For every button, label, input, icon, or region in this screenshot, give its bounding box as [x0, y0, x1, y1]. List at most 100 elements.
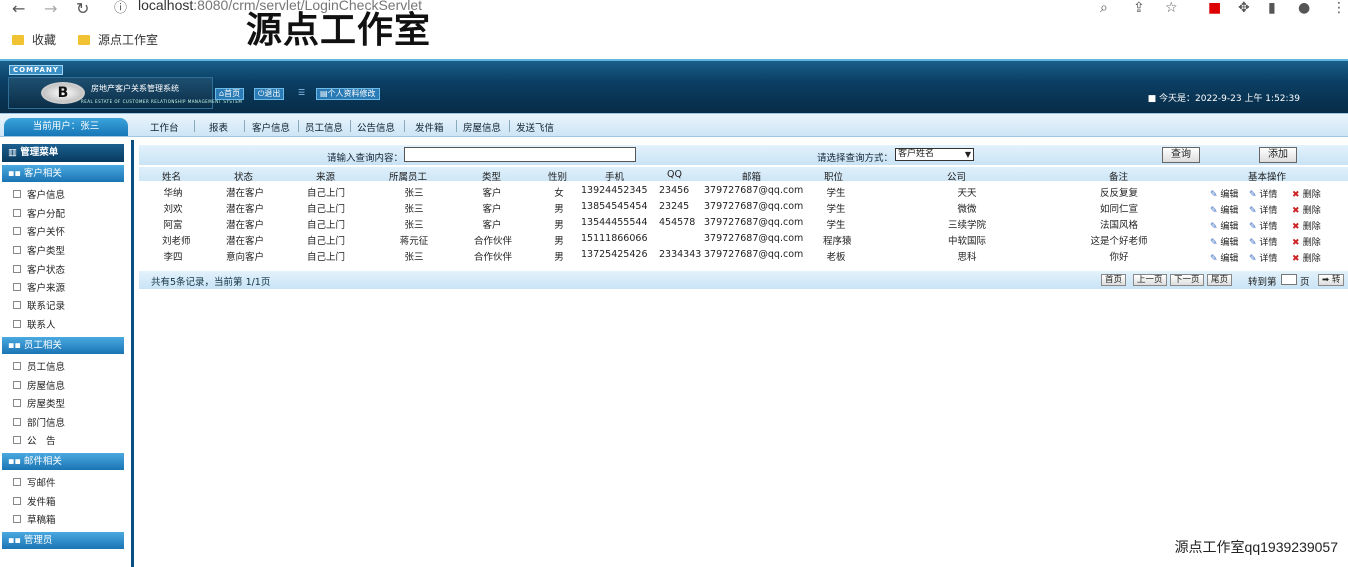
sidebar-item-employee-info[interactable]: 员工信息 [13, 359, 65, 373]
menu-send-fetion[interactable]: 发送飞信 [516, 120, 554, 134]
sidepanel-icon[interactable]: ▮ [1268, 0, 1276, 16]
edit-link[interactable]: ✎ 编辑 [1210, 219, 1238, 232]
cell-gender: 男 [554, 204, 564, 215]
detail-link[interactable]: ✎ 详情 [1249, 219, 1277, 232]
home-button[interactable]: ⌂首页 [215, 88, 245, 100]
edit-link[interactable]: ✎ 编辑 [1210, 235, 1238, 248]
delete-link[interactable]: ✖ 删除 [1292, 203, 1321, 216]
star-icon[interactable]: ☆ [1165, 0, 1178, 16]
edit-link[interactable]: ✎ 编辑 [1210, 187, 1238, 200]
cell-company: 天天 [957, 188, 977, 199]
goto-unit: 页 [1300, 277, 1310, 288]
puzzle-icon[interactable]: ✥ [1238, 0, 1250, 16]
cell-company: 三续学院 [947, 220, 986, 231]
detail-link[interactable]: ✎ 详情 [1249, 203, 1277, 216]
back-icon[interactable]: ← [12, 0, 25, 18]
menu-employee-info[interactable]: 员工信息 [305, 120, 343, 134]
sidebar-item-contact-records[interactable]: 联系记录 [13, 298, 65, 312]
sidebar-item-write-mail[interactable]: 写邮件 [13, 475, 56, 489]
sidebar-group-admin[interactable]: ▪▪ 管理员 [2, 532, 124, 549]
goto-page-input[interactable] [1281, 274, 1297, 285]
last-page-button[interactable]: 尾页 [1207, 274, 1233, 286]
sidebar-item-customer-source[interactable]: 客户来源 [13, 280, 65, 294]
sidebar-item-department-info[interactable]: 部门信息 [13, 415, 65, 429]
menu-outbox[interactable]: 发件箱 [415, 120, 444, 134]
cell-qq: 2334343 [659, 249, 702, 260]
sidebar-item-customer-info[interactable]: 客户信息 [13, 187, 65, 201]
col-email: 邮箱 [742, 172, 762, 183]
forward-icon[interactable]: → [44, 0, 57, 18]
query-method-select[interactable]: 客户姓名 [895, 148, 974, 161]
group-icon: ▪▪ [8, 456, 24, 467]
next-page-button[interactable]: 下一页 [1170, 274, 1204, 286]
share-icon[interactable]: ⇪ [1133, 0, 1145, 16]
sidebar: ▥ 管理菜单 ▪▪ 客户相关 客户信息 客户分配 客户关怀 客户类型 客户状态 … [0, 140, 134, 567]
sidebar-item-outbox[interactable]: 发件箱 [13, 494, 56, 508]
zoom-icon[interactable]: ⌕ [1100, 0, 1108, 16]
add-button[interactable]: 添加 [1259, 147, 1297, 163]
site-info-icon[interactable]: ⓘ [114, 0, 127, 18]
profile-edit-button[interactable]: ▤个人资料修改 [316, 88, 380, 100]
detail-link[interactable]: ✎ 详情 [1249, 187, 1277, 200]
sidebar-item-contacts[interactable]: 联系人 [13, 317, 56, 331]
sidebar-item-house-type[interactable]: 房屋类型 [13, 396, 65, 410]
op-label: 详情 [1259, 190, 1278, 200]
bookmark-studio[interactable]: 源点工作室 [78, 31, 158, 48]
menu-report[interactable]: 报表 [209, 120, 228, 134]
col-company: 公司 [947, 172, 967, 183]
search-button[interactable]: 查询 [1162, 147, 1200, 163]
menu-customer-info[interactable]: 客户信息 [252, 120, 290, 134]
query-content-input[interactable] [404, 147, 636, 162]
delete-link[interactable]: ✖ 删除 [1292, 235, 1321, 248]
delete-link[interactable]: ✖ 删除 [1292, 251, 1321, 264]
logout-button[interactable]: ⏻退出 [254, 88, 285, 100]
profile-icon[interactable]: ● [1298, 0, 1310, 16]
cell-name: 华纳 [163, 188, 183, 199]
op-label: 删除 [1302, 190, 1321, 200]
sidebar-group-customer[interactable]: ▪▪ 客户相关 [2, 165, 124, 182]
menu-workbench[interactable]: 工作台 [150, 120, 179, 134]
sidebar-item-customer-type[interactable]: 客户类型 [13, 243, 65, 257]
delete-icon: ✖ [1292, 190, 1303, 200]
sidebar-item-drafts[interactable]: 草稿箱 [13, 512, 56, 526]
goto-button[interactable]: ➡ 转 [1318, 274, 1345, 286]
op-label: 详情 [1259, 222, 1278, 232]
menu-notice-info[interactable]: 公告信息 [357, 120, 395, 134]
delete-link[interactable]: ✖ 删除 [1292, 219, 1321, 232]
prev-page-button[interactable]: 上一页 [1133, 274, 1167, 286]
sidebar-item-notice[interactable]: 公 告 [13, 433, 56, 447]
op-label: 详情 [1259, 206, 1278, 216]
first-page-button[interactable]: 首页 [1101, 274, 1127, 286]
edit-link[interactable]: ✎ 编辑 [1210, 251, 1238, 264]
cell-email: 379727687@qq.com [704, 185, 804, 196]
sidebar-group-mail[interactable]: ▪▪ 邮件相关 [2, 453, 124, 470]
folder-icon [78, 35, 90, 45]
menu-house-info[interactable]: 房屋信息 [463, 120, 501, 134]
op-label: 删除 [1302, 238, 1321, 248]
sidebar-group-employee[interactable]: ▪▪ 员工相关 [2, 337, 124, 354]
sidebar-item-customer-care[interactable]: 客户关怀 [13, 224, 65, 238]
sidebar-item-house-info[interactable]: 房屋信息 [13, 378, 65, 392]
cell-status: 潜在客户 [225, 220, 264, 231]
kebab-menu-icon[interactable]: ⋮ [1332, 0, 1346, 16]
cell-type: 合作伙伴 [474, 236, 513, 247]
op-label: 删除 [1302, 222, 1321, 232]
delete-icon: ✖ [1292, 222, 1303, 232]
cell-email: 379727687@qq.com [704, 249, 804, 260]
detail-link[interactable]: ✎ 详情 [1249, 235, 1277, 248]
detail-link[interactable]: ✎ 详情 [1249, 251, 1277, 264]
reload-icon[interactable]: ↻ [76, 0, 89, 18]
cell-qq: 454578 [659, 217, 696, 228]
pager-summary: 共有5条记录，当前第 1/1页 [151, 277, 271, 288]
sidebar-item-customer-status[interactable]: 客户状态 [13, 262, 65, 276]
cell-remark: 法国风格 [1099, 220, 1138, 231]
sidebar-item-customer-assign[interactable]: 客户分配 [13, 206, 65, 220]
bookmark-favorites[interactable]: 收藏 [12, 31, 56, 48]
cell-employee: 张三 [404, 204, 424, 215]
extension-icon[interactable]: ■ [1208, 0, 1221, 16]
cell-name: 李四 [163, 252, 183, 263]
delete-link[interactable]: ✖ 删除 [1292, 187, 1321, 200]
cell-type: 客户 [482, 188, 502, 199]
edit-link[interactable]: ✎ 编辑 [1210, 203, 1238, 216]
pencil-icon: ✎ [1249, 254, 1260, 264]
